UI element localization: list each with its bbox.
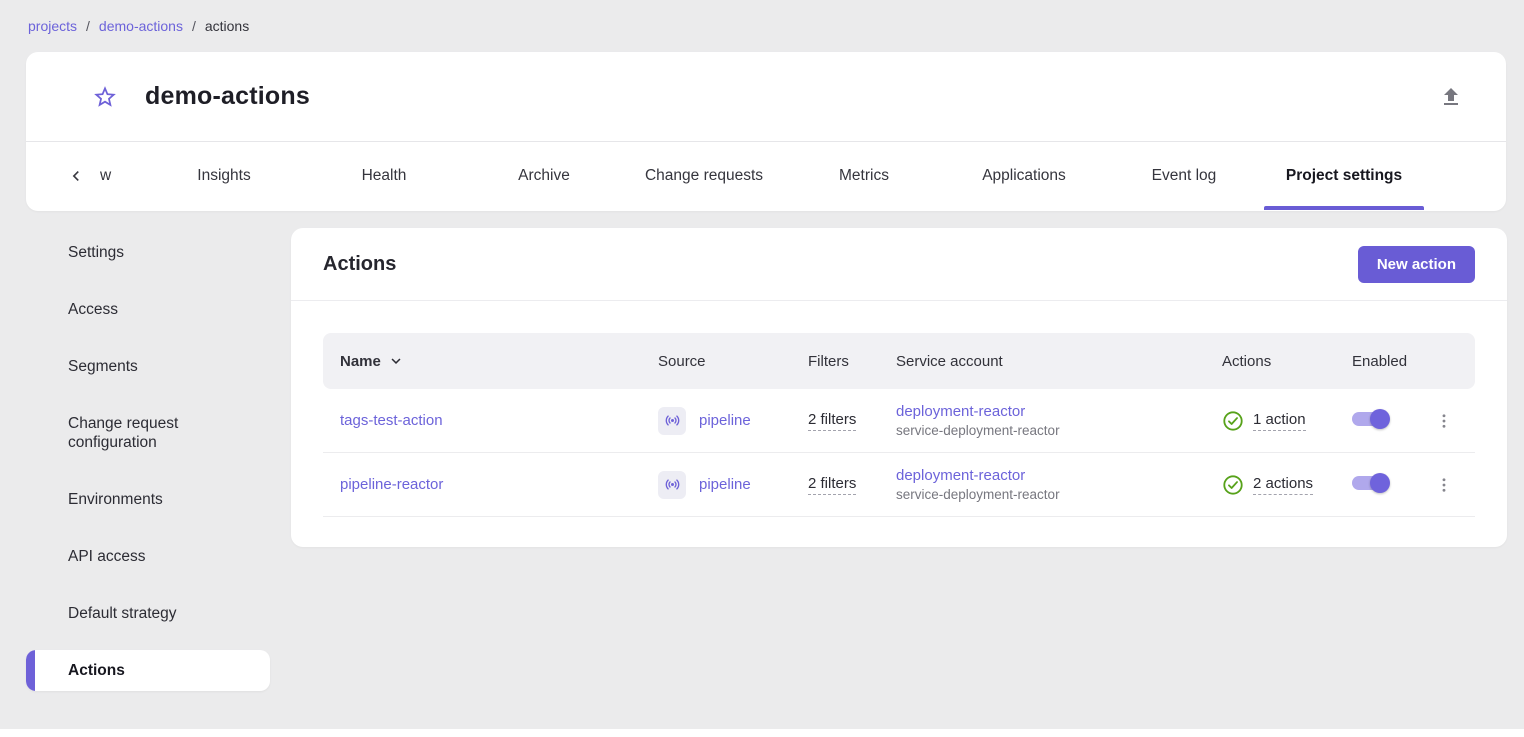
- sidebar-item-change-request-configuration[interactable]: Change request configuration: [26, 403, 270, 463]
- column-header-name-label: Name: [340, 353, 381, 370]
- actions-count[interactable]: 2 actions: [1253, 475, 1313, 495]
- table-row: tags-test-action pipeline 2 filters depl…: [323, 389, 1475, 453]
- row-menu-kebab-icon[interactable]: [1427, 404, 1461, 438]
- sort-chevron-down-icon: [387, 352, 405, 370]
- sidebar-item-access[interactable]: Access: [26, 289, 270, 330]
- settings-sidebar: Settings Access Segments Change request …: [26, 232, 270, 707]
- action-name-link[interactable]: pipeline-reactor: [340, 476, 443, 493]
- table-row: pipeline-reactor pipeline 2 filters depl…: [323, 453, 1475, 517]
- tab-change-requests[interactable]: Change requests: [624, 142, 784, 210]
- project-header-row: demo-actions: [26, 52, 1506, 142]
- tab-insights[interactable]: Insights: [144, 142, 304, 210]
- actions-count[interactable]: 1 action: [1253, 411, 1306, 431]
- sidebar-item-settings[interactable]: Settings: [26, 232, 270, 273]
- service-account-id: service-deployment-reactor: [896, 487, 1205, 502]
- column-header-enabled: Enabled: [1335, 353, 1427, 370]
- sidebar-item-default-strategy[interactable]: Default strategy: [26, 593, 270, 634]
- toggle-thumb: [1370, 409, 1390, 429]
- breadcrumb-separator: /: [86, 18, 90, 34]
- panel-title: Actions: [323, 253, 396, 276]
- check-circle-icon: [1222, 410, 1244, 432]
- column-header-actions: Actions: [1205, 353, 1335, 370]
- enabled-toggle[interactable]: [1352, 409, 1390, 429]
- sensors-icon: [658, 471, 686, 499]
- breadcrumb-separator: /: [192, 18, 196, 34]
- tab-project-settings[interactable]: Project settings: [1264, 142, 1424, 210]
- actions-panel-header: Actions New action: [291, 228, 1507, 301]
- table-header-row: Name Source Filters Service account Acti…: [323, 333, 1475, 389]
- row-menu-kebab-icon[interactable]: [1427, 468, 1461, 502]
- tab-project-settings-label: Project settings: [1286, 167, 1402, 185]
- tab-health[interactable]: Health: [304, 142, 464, 210]
- bottom-divider: [0, 729, 1524, 737]
- service-account-id: service-deployment-reactor: [896, 423, 1205, 438]
- actions-table: Name Source Filters Service account Acti…: [323, 333, 1475, 517]
- column-header-filters: Filters: [791, 353, 879, 370]
- sidebar-item-segments[interactable]: Segments: [26, 346, 270, 387]
- actions-panel: Actions New action Name Source Filters S…: [291, 228, 1507, 547]
- sidebar-item-api-access[interactable]: API access: [26, 536, 270, 577]
- tab-metrics[interactable]: Metrics: [784, 142, 944, 210]
- active-tab-indicator: [1264, 206, 1424, 210]
- sensors-icon: [658, 407, 686, 435]
- breadcrumb-projects[interactable]: projects: [28, 18, 77, 34]
- tab-archive[interactable]: Archive: [464, 142, 624, 210]
- project-tabs: w Insights Health Archive Change request…: [26, 142, 1506, 210]
- toggle-thumb: [1370, 473, 1390, 493]
- file-upload-icon[interactable]: [1438, 84, 1464, 110]
- column-header-service-account: Service account: [879, 353, 1205, 370]
- filters-count[interactable]: 2 filters: [808, 411, 856, 431]
- tab-applications[interactable]: Applications: [944, 142, 1104, 210]
- enabled-toggle[interactable]: [1352, 473, 1390, 493]
- check-circle-icon: [1222, 474, 1244, 496]
- service-account-link[interactable]: deployment-reactor: [896, 467, 1205, 484]
- new-action-button[interactable]: New action: [1358, 246, 1475, 283]
- sidebar-item-actions[interactable]: Actions: [26, 650, 270, 691]
- filters-count[interactable]: 2 filters: [808, 475, 856, 495]
- project-header-card: demo-actions w Insights Health Archive C…: [26, 52, 1506, 211]
- favorite-star-icon[interactable]: [92, 84, 118, 110]
- source-link[interactable]: pipeline: [699, 412, 751, 429]
- column-header-name[interactable]: Name: [323, 352, 641, 370]
- column-header-source: Source: [641, 353, 791, 370]
- breadcrumb-current: actions: [205, 18, 249, 34]
- page-title: demo-actions: [145, 82, 310, 111]
- tabs-scroll-left-button[interactable]: [52, 142, 100, 210]
- tab-overview-truncated[interactable]: w: [100, 142, 144, 210]
- sidebar-item-environments[interactable]: Environments: [26, 479, 270, 520]
- source-link[interactable]: pipeline: [699, 476, 751, 493]
- breadcrumb-project[interactable]: demo-actions: [99, 18, 183, 34]
- action-name-link[interactable]: tags-test-action: [340, 412, 443, 429]
- tab-event-log[interactable]: Event log: [1104, 142, 1264, 210]
- service-account-link[interactable]: deployment-reactor: [896, 403, 1205, 420]
- breadcrumb: projects / demo-actions / actions: [28, 18, 249, 34]
